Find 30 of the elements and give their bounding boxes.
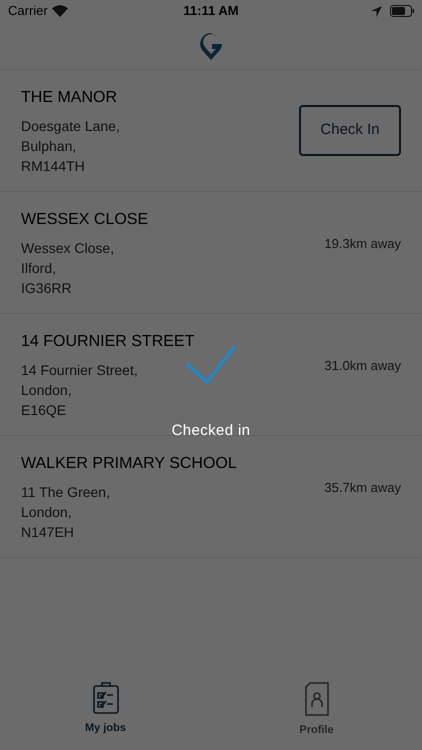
address-line: 11 The Green, — [21, 482, 111, 502]
distance-label: 19.3km away — [324, 235, 401, 253]
job-title: WALKER PRIMARY SCHOOL — [21, 454, 237, 474]
address-line: Bulphan, — [21, 136, 78, 156]
address-line: IG36RR — [21, 278, 73, 298]
address-line: Wessex Close, — [21, 238, 116, 258]
tab-item[interactable]: Profile — [211, 682, 422, 746]
check-in-button[interactable]: Check In — [299, 105, 401, 156]
address-line: London, — [21, 380, 73, 400]
address-line: E16QE — [21, 400, 68, 420]
wifi-icon — [52, 5, 68, 17]
job-title: THE MANOR — [21, 88, 118, 108]
address-line: RM144TH — [21, 156, 86, 176]
profile-document-icon — [304, 682, 330, 716]
address-line: London, — [21, 502, 73, 522]
tab-item[interactable]: My jobs — [0, 682, 211, 746]
battery-icon — [390, 5, 414, 17]
address-line: Doesgate Lane, — [21, 116, 120, 136]
distance-label: 35.7km away — [324, 479, 401, 497]
address-line: 14 Fournier Street, — [21, 360, 139, 380]
job-title: WESSEX CLOSE — [21, 210, 148, 230]
job-title: 14 FOURNIER STREET — [21, 332, 194, 352]
status-time: 11:11 AM — [183, 2, 239, 20]
distance-label: 31.0km away — [324, 357, 401, 375]
address-line: Ilford, — [21, 258, 58, 278]
carrier-label: Carrier — [8, 2, 48, 20]
location-arrow-icon — [370, 6, 382, 16]
address-line: N147EH — [21, 522, 75, 542]
clipboard-icon — [92, 682, 118, 714]
toast-message: Checked in — [172, 421, 250, 441]
